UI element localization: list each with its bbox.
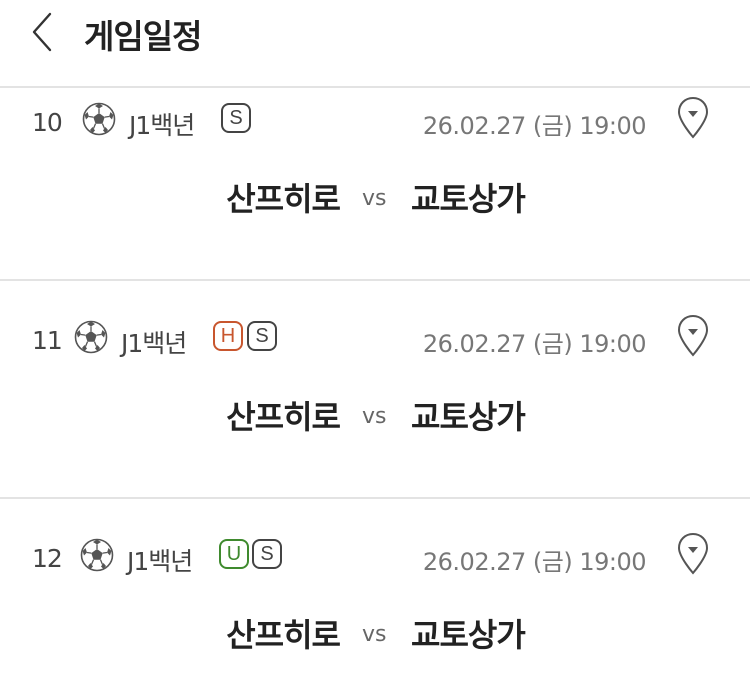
game-datetime: 26.02.27 (금) 19:00 [422, 330, 647, 358]
away-team: 교토상가 [411, 180, 526, 218]
match-row: 산프히로 vs 교토상가 [0, 174, 750, 224]
page-title: 게임일정 [84, 17, 202, 56]
game-datetime: 26.02.27 (금) 19:00 [422, 548, 647, 576]
soccer-ball-icon [82, 102, 116, 136]
soccer-ball-icon [80, 538, 114, 572]
league-name: J1백년 [127, 547, 193, 576]
game-card[interactable]: 10 J1백년 S 26.02.27 (금) 19:00 산프히로 vs 교토상… [0, 88, 750, 281]
badge-s: S [252, 539, 282, 569]
badge-u: U [219, 539, 249, 569]
vs-label: vs [362, 404, 387, 429]
match-row: 산프히로 vs 교토상가 [0, 392, 750, 442]
badge-s: S [221, 103, 251, 133]
game-card[interactable]: 12 J1백년 U S 26.02.27 (금) 19:00 산프히로 vs 교… [0, 499, 750, 697]
game-info-row: 10 J1백년 S 26.02.27 (금) 19:00 [0, 96, 750, 142]
game-datetime: 26.02.27 (금) 19:00 [422, 112, 647, 140]
badge-s: S [247, 321, 277, 351]
map-pin-icon[interactable] [677, 96, 709, 140]
game-info-row: 11 J1백년 H S 26.02.27 (금) 19:00 [0, 314, 750, 360]
badge-h: H [213, 321, 243, 351]
map-pin-icon[interactable] [677, 532, 709, 576]
league-name: J1백년 [129, 111, 195, 140]
map-pin-icon[interactable] [677, 314, 709, 358]
home-team: 산프히로 [226, 398, 341, 436]
away-team: 교토상가 [411, 616, 526, 654]
vs-label: vs [362, 186, 387, 211]
home-team: 산프히로 [226, 616, 341, 654]
league-name: J1백년 [121, 329, 187, 358]
game-number: 10 [32, 108, 63, 137]
soccer-ball-icon [74, 320, 108, 354]
game-number: 11 [32, 326, 63, 355]
game-info-row: 12 J1백년 U S 26.02.27 (금) 19:00 [0, 532, 750, 578]
chevron-left-icon [32, 12, 52, 52]
match-row: 산프히로 vs 교토상가 [0, 610, 750, 660]
home-team: 산프히로 [226, 180, 341, 218]
away-team: 교토상가 [411, 398, 526, 436]
game-number: 12 [32, 544, 63, 573]
back-button[interactable] [22, 8, 62, 56]
vs-label: vs [362, 622, 387, 647]
game-card[interactable]: 11 J1백년 H S 26.02.27 (금) 19:00 산프히로 vs 교… [0, 281, 750, 499]
app-header: 게임일정 [0, 0, 750, 88]
